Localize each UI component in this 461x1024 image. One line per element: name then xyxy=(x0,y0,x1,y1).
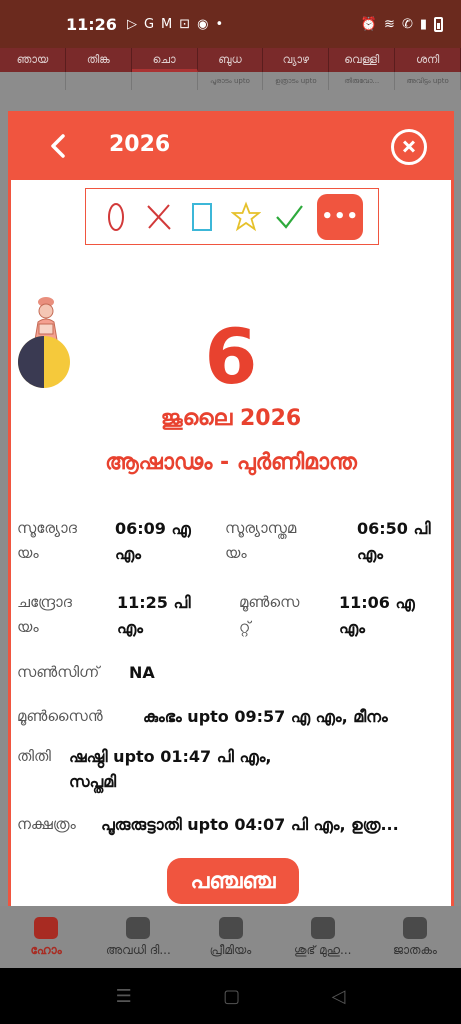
more-button[interactable]: ••• xyxy=(317,193,364,240)
battery-icon xyxy=(434,16,443,32)
home-icon xyxy=(34,916,59,939)
weekday-fri: വെള്ളി xyxy=(329,48,396,72)
nav-label: പ്രീമിയം xyxy=(209,942,252,957)
premium-icon xyxy=(218,916,243,939)
moonrise-label: ചന്ദ്രോദ യം xyxy=(17,593,72,636)
check-mark-icon[interactable] xyxy=(274,201,304,233)
weekday-tue: ചൊ xyxy=(131,48,198,72)
home-button-icon[interactable]: ▢ xyxy=(223,986,240,1007)
star-mark-icon[interactable] xyxy=(230,201,261,233)
horoscope-icon xyxy=(402,916,427,939)
nakshatra-row: പൂരാടം upto ഉത്രാടം upto തിരുവോ... അവിട്… xyxy=(0,72,461,90)
holiday-icon xyxy=(126,916,151,939)
messenger-icon: ◉ xyxy=(197,16,209,32)
system-icons: ⏰ ≋ ✆ ▮ xyxy=(360,16,443,32)
g-icon: G xyxy=(143,16,155,32)
bottom-navigation: ഹോം അവധി ദി... പ്രീമിയം ശുഭ് മുഹു... ജാത… xyxy=(0,906,461,968)
masam-label: ആഷാഢം - പുർണിമാന്ത xyxy=(105,450,357,475)
weekday-sat: ശനി xyxy=(395,48,461,72)
square-mark-icon[interactable] xyxy=(187,201,217,233)
weekday-wed: ബുധ xyxy=(198,48,264,72)
notification-icons: ▷ G M ⊡ ◉ • xyxy=(127,17,223,32)
selected-date: 6 xyxy=(204,312,258,401)
muhurat-icon xyxy=(310,916,335,939)
close-button[interactable] xyxy=(391,129,427,165)
day-sub-cell: ഉത്രാടം upto xyxy=(263,72,330,90)
status-time: 11:26 xyxy=(66,14,117,34)
back-triangle-icon[interactable]: ◁ xyxy=(331,986,345,1007)
day-sub-cell: തിരുവോ... xyxy=(329,72,396,90)
play-icon: ▷ xyxy=(126,16,137,32)
signal-icon: ▮ xyxy=(419,16,427,32)
nakshatra-value: പൂരുരുട്ടാതി upto 04:07 പി എം, ഉത്ര... xyxy=(101,815,399,834)
nav-label: ഹോം xyxy=(30,942,62,957)
nav-premium[interactable]: പ്രീമിയം xyxy=(184,906,276,968)
day-sub-cell xyxy=(132,72,198,90)
moonset-label: മൂൺസെ റ്റ് xyxy=(239,593,300,636)
year-label: 2026 xyxy=(109,132,171,157)
alarm-icon: ⏰ xyxy=(360,16,378,32)
circle-mark-icon[interactable] xyxy=(101,201,131,233)
cast-icon: ⊡ xyxy=(179,16,191,32)
weekday-sun: ഞായ xyxy=(0,48,66,72)
system-navigation-bar: ☰ ▢ ◁ xyxy=(0,968,461,1024)
sunsign-value: NA xyxy=(129,663,155,682)
chevron-left-icon xyxy=(51,134,65,158)
nav-muhurat[interactable]: ശുഭ് മുഹു... xyxy=(277,906,369,968)
status-bar: 11:26 ▷ G M ⊡ ◉ • ⏰ ≋ ✆ ▮ xyxy=(0,0,461,48)
sunrise-label: സൂര്യോദ യം xyxy=(17,519,77,562)
back-button[interactable] xyxy=(41,128,77,164)
weekday-thu: വ്യാഴ xyxy=(263,48,330,72)
weekday-mon: തിങ്ക xyxy=(66,48,132,72)
dialog-header: 2026 xyxy=(11,114,451,180)
moonsign-value: കുംഭം upto 09:57 എ എം, മീനം xyxy=(143,707,388,726)
tithi-value: ഷഷ്ഠി upto 01:47 പി എം, സപ്തമി xyxy=(69,747,272,791)
moonrise-value: 11:25 പി എം xyxy=(117,593,191,637)
nav-label: അവധി ദി... xyxy=(105,942,171,957)
mark-selector: ••• xyxy=(85,188,379,245)
sunset-value: 06:50 പി എം xyxy=(357,519,431,563)
nav-holidays[interactable]: അവധി ദി... xyxy=(92,906,184,968)
wifi-icon: ≋ xyxy=(384,16,395,32)
tithi-label: തിതി xyxy=(17,747,51,765)
moonset-value: 11:06 എ എം xyxy=(339,593,415,637)
panchang-button[interactable]: പഞ്ചഞ്ച xyxy=(167,858,299,904)
day-sub-cell xyxy=(66,72,132,90)
date-detail-dialog: 2026 ••• 6 ജൂലൈ 2026 ആഷാഢം - പുർണിമാന്ത xyxy=(8,111,454,913)
month-year: ജൂലൈ 2026 xyxy=(160,406,302,431)
nav-label: ശുഭ് മുഹു... xyxy=(293,942,352,957)
moonsign-label: മൂൺസൈൻ xyxy=(17,707,103,725)
nakshatra-label: നക്ഷത്രം xyxy=(17,815,76,833)
weekday-header: ഞായ തിങ്ക ചൊ ബുധ വ്യാഴ വെള്ളി ശനി xyxy=(0,48,461,72)
dot-icon: • xyxy=(215,16,224,32)
wifi-call-icon: ✆ xyxy=(401,16,413,32)
day-sub-cell: അവിട്ടം upto xyxy=(395,72,461,90)
day-sub-cell: പൂരാടം upto xyxy=(198,72,264,90)
nav-label: ജാതകം xyxy=(392,942,437,957)
cross-mark-icon[interactable] xyxy=(144,201,174,233)
recents-icon[interactable]: ☰ xyxy=(116,986,132,1007)
gmail-icon: M xyxy=(161,16,173,32)
nav-horoscope[interactable]: ജാതകം xyxy=(369,906,461,968)
sunsign-label: സൺസിഗ്ന് xyxy=(17,663,100,681)
sunrise-value: 06:09 എ എം xyxy=(115,519,191,563)
nav-home[interactable]: ഹോം xyxy=(0,906,92,968)
day-sub-cell xyxy=(0,72,66,90)
sunset-label: സൂര്യാസ്തമ യം xyxy=(225,519,297,562)
